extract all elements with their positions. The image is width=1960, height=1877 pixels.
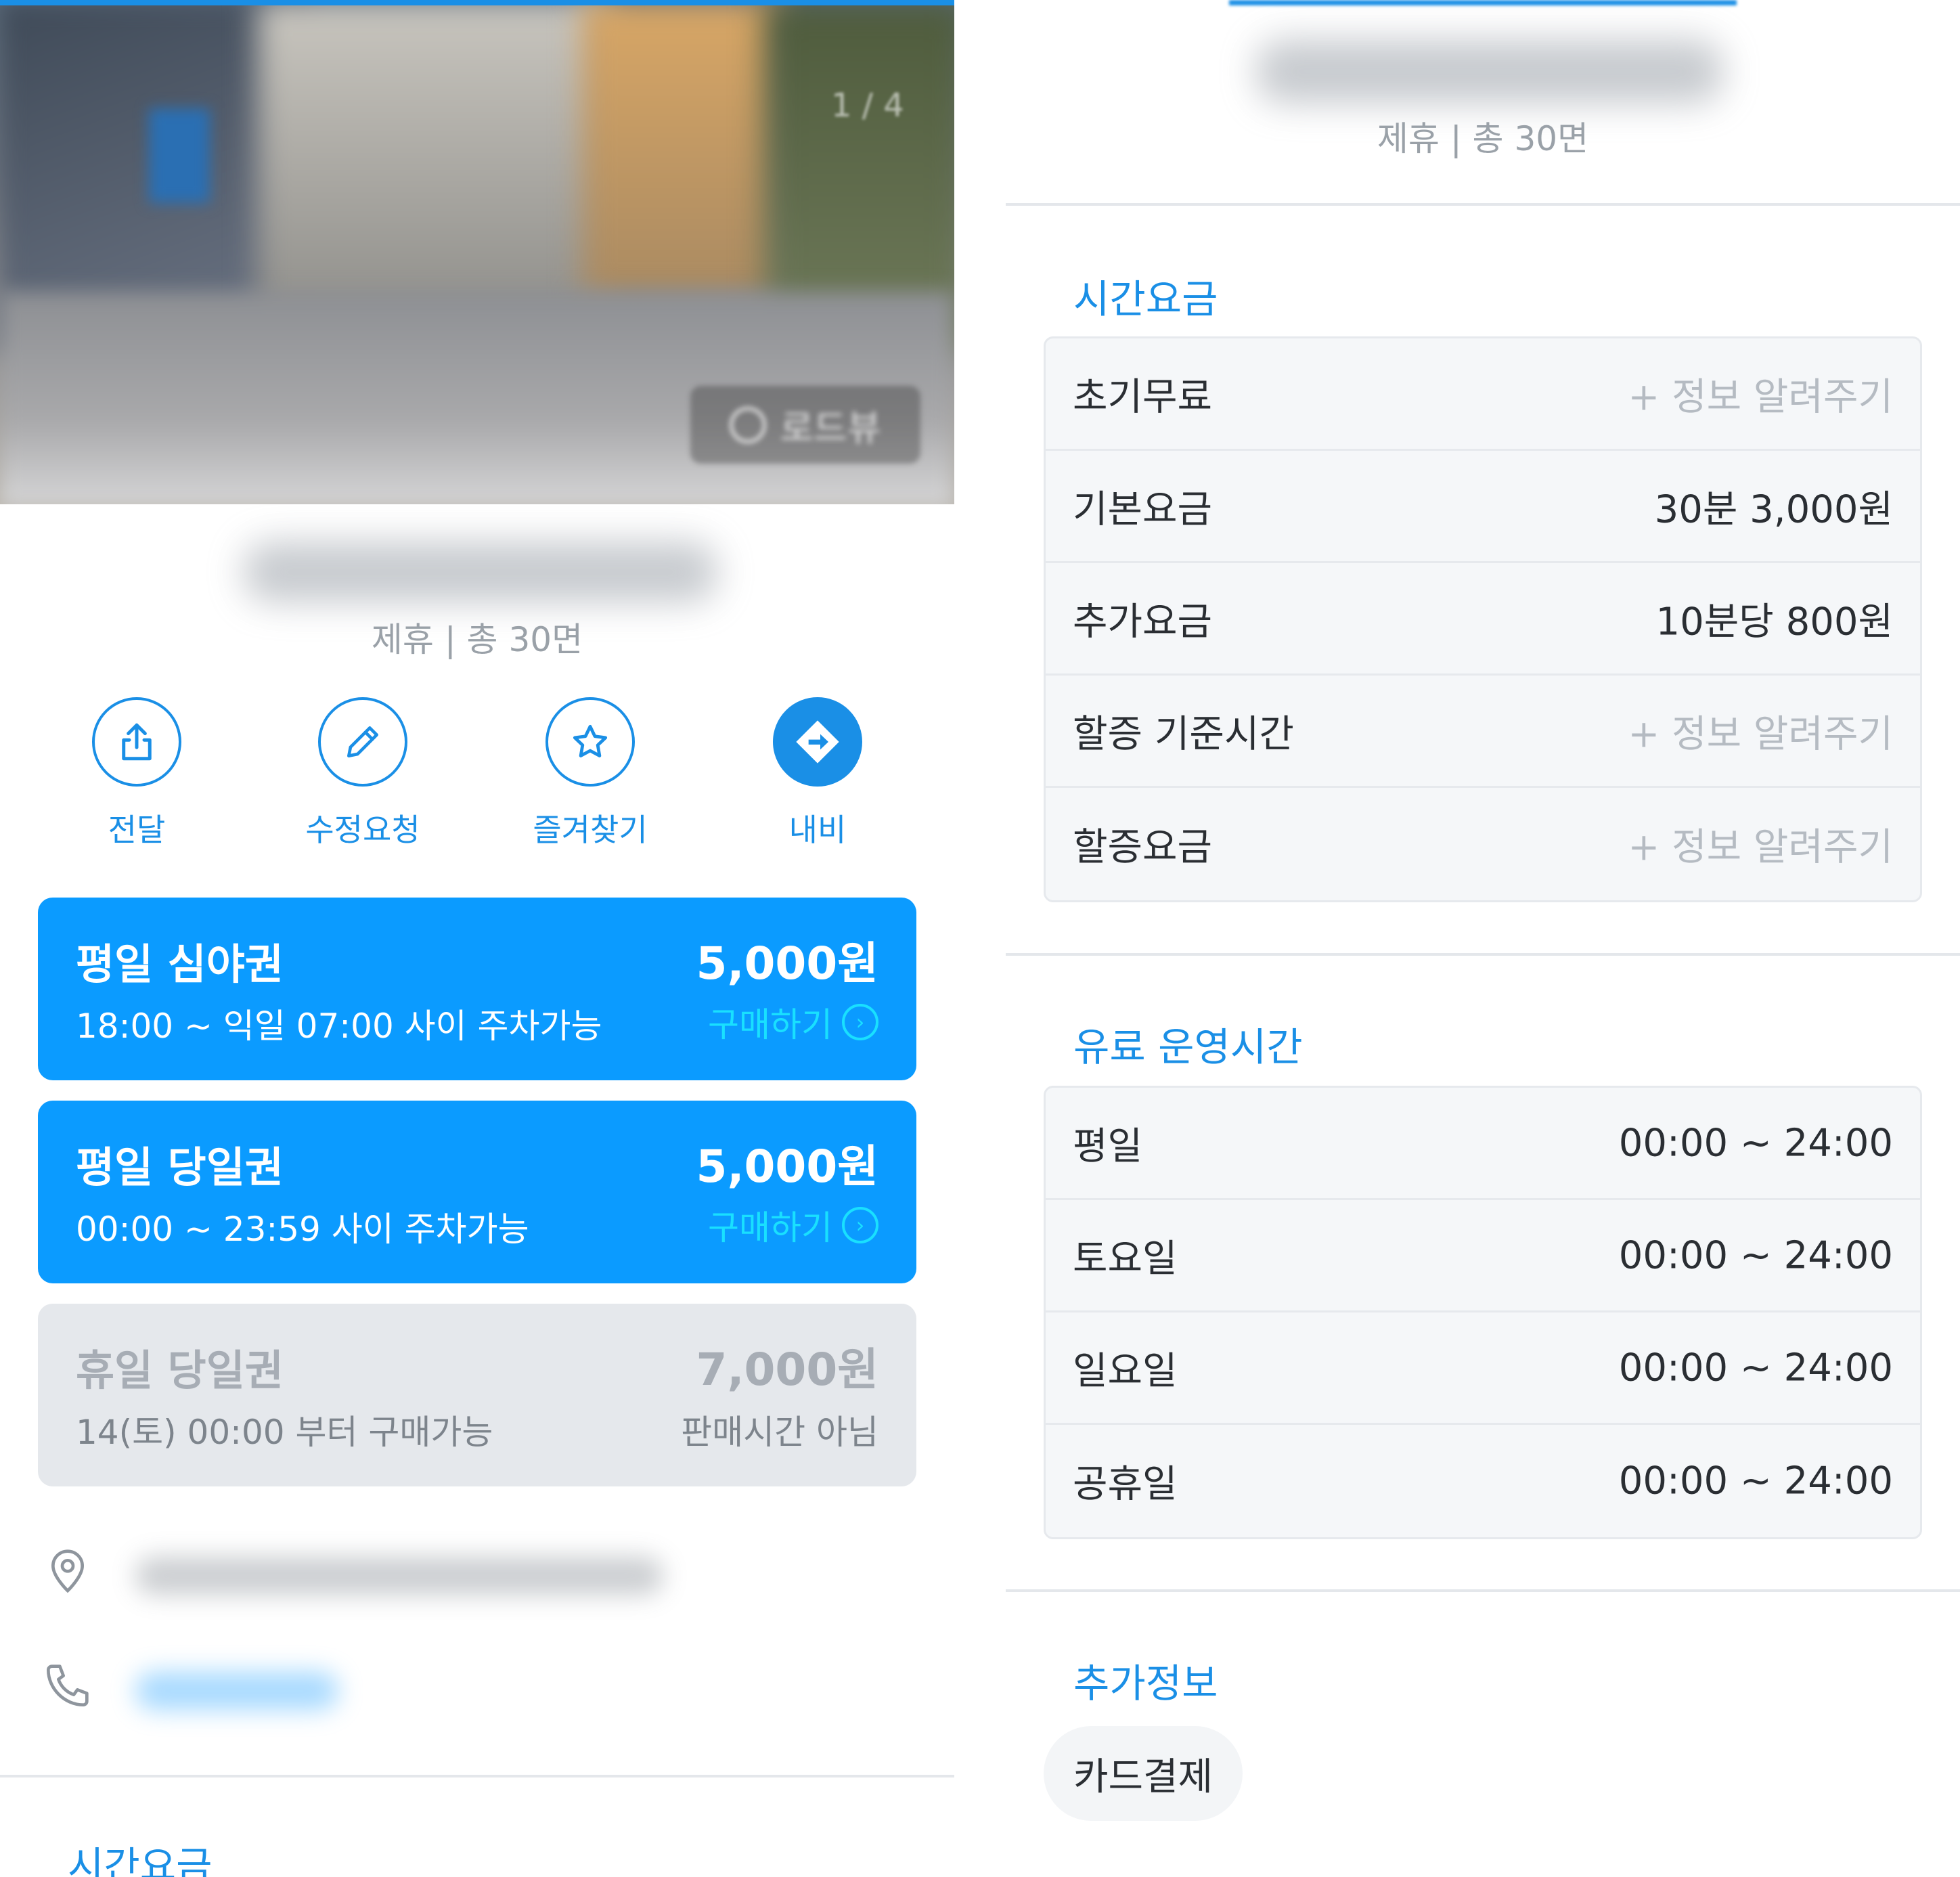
- navigation-button[interactable]: 내비: [736, 697, 899, 850]
- table-row: 토요일 00:00 ~ 24:00: [1046, 1200, 1920, 1312]
- share-button[interactable]: 전달: [55, 697, 218, 850]
- ticket-name: 평일 당일권: [76, 1143, 284, 1192]
- row-label: 토요일: [1073, 1237, 1178, 1281]
- ticket-price: 5,000원: [696, 1141, 878, 1193]
- section-title-time-fee: 시간요금: [1073, 276, 1218, 322]
- phone-row[interactable]: [41, 1652, 920, 1726]
- header-accent-bar: [1229, 0, 1737, 5]
- row-value: 30분 3,000원: [1654, 487, 1893, 531]
- section-divider: [1006, 1589, 1960, 1592]
- parking-summary: 제휴 | 총 30면: [371, 620, 583, 659]
- buy-label: 구매하기: [708, 1005, 832, 1044]
- row-label: 기본요금: [1073, 487, 1213, 531]
- row-value: 00:00 ~ 24:00: [1618, 1121, 1893, 1165]
- section-divider: [0, 1775, 954, 1777]
- navigation-label: 내비: [788, 812, 847, 848]
- row-label: 할증요금: [1073, 825, 1213, 870]
- parking-detail-fees: 제휴 | 총 30면 시간요금 초기무료 + 정보 알려주기 기본요금 30분 …: [1006, 0, 1960, 1877]
- ticket-desc: 00:00 ~ 23:59 사이 주차가능: [76, 1210, 529, 1249]
- row-value: 00:00 ~ 24:00: [1618, 1233, 1893, 1277]
- buy-label: 구매하기: [708, 1208, 832, 1247]
- report-info-link[interactable]: + 정보 알려주기: [1628, 366, 1893, 421]
- star-icon: [545, 697, 635, 787]
- action-bar: 전달 수정요청 즐겨찾기 내비: [0, 697, 954, 860]
- location-pin-icon: [51, 1549, 85, 1593]
- row-label: 공휴일: [1073, 1462, 1178, 1507]
- section-title-extra-info: 추가정보: [1073, 1660, 1218, 1706]
- operating-hours-table: 평일 00:00 ~ 24:00 토요일 00:00 ~ 24:00 일요일 0…: [1044, 1086, 1922, 1539]
- share-icon: [92, 697, 181, 787]
- row-value: 00:00 ~ 24:00: [1618, 1459, 1893, 1503]
- row-label: 추가요금: [1073, 600, 1213, 644]
- buy-button[interactable]: 구매하기 ›: [708, 998, 878, 1046]
- share-label: 전달: [108, 812, 166, 848]
- location-pin-icon: [730, 406, 767, 443]
- feature-chip-card-payment: 카드결제: [1044, 1726, 1243, 1821]
- buy-button[interactable]: 구매하기 ›: [708, 1201, 878, 1250]
- ticket-weekday-night[interactable]: 평일 심야권 5,000원 18:00 ~ 익일 07:00 사이 주차가능 구…: [38, 898, 916, 1080]
- edit-request-button[interactable]: 수정요청: [282, 697, 444, 850]
- phone-icon: [47, 1664, 89, 1706]
- navigation-icon: [773, 697, 862, 787]
- chevron-right-icon: ›: [842, 1207, 878, 1243]
- table-row: 평일 00:00 ~ 24:00: [1046, 1088, 1920, 1200]
- ticket-desc: 18:00 ~ 익일 07:00 사이 주차가능: [76, 1007, 602, 1046]
- address-blurred: [135, 1557, 663, 1595]
- parking-lot-photo[interactable]: 1 / 4 로드뷰: [0, 0, 954, 504]
- parking-detail-top: 1 / 4 로드뷰 제휴 | 총 30면 전달 수정요청 즐겨찾기 내비 평일 …: [0, 0, 954, 1877]
- report-info-link[interactable]: + 정보 알려주기: [1628, 703, 1893, 758]
- edit-request-label: 수정요청: [305, 812, 420, 848]
- ticket-holiday-day: 휴일 당일권 7,000원 14(토) 00:00 부터 구매가능 판매시간 아…: [38, 1304, 916, 1486]
- section-divider: [1006, 953, 1960, 956]
- ticket-name: 평일 심야권: [76, 940, 284, 989]
- ticket-price: 7,000원: [696, 1344, 878, 1396]
- parking-name-blurred: [244, 542, 717, 602]
- photo-counter: 1 / 4: [831, 87, 904, 125]
- table-row: 초기무료 + 정보 알려주기: [1046, 338, 1920, 451]
- table-row: 할증요금 + 정보 알려주기: [1046, 788, 1920, 900]
- ticket-weekday-day[interactable]: 평일 당일권 5,000원 00:00 ~ 23:59 사이 주차가능 구매하기…: [38, 1101, 916, 1283]
- table-row: 할증 기준시간 + 정보 알려주기: [1046, 676, 1920, 788]
- parking-summary: 제휴 | 총 30면: [1377, 119, 1589, 158]
- pencil-icon: [318, 697, 407, 787]
- phone-blurred[interactable]: [135, 1672, 338, 1710]
- row-label: 일요일: [1073, 1349, 1178, 1393]
- favorite-button[interactable]: 즐겨찾기: [509, 697, 671, 850]
- section-divider: [1006, 203, 1960, 206]
- parking-name-blurred: [1256, 39, 1723, 104]
- row-label: 할증 기준시간: [1073, 712, 1294, 756]
- roadview-label: 로드뷰: [780, 407, 881, 449]
- row-label: 초기무료: [1073, 375, 1213, 419]
- table-row: 일요일 00:00 ~ 24:00: [1046, 1312, 1920, 1425]
- row-label: 평일: [1073, 1124, 1143, 1168]
- ticket-name: 휴일 당일권: [76, 1346, 284, 1395]
- chevron-right-icon: ›: [842, 1004, 878, 1040]
- roadview-button[interactable]: 로드뷰: [690, 386, 920, 464]
- ticket-desc: 14(토) 00:00 부터 구매가능: [76, 1413, 493, 1452]
- time-fee-table: 초기무료 + 정보 알려주기 기본요금 30분 3,000원 추가요금 10분당…: [1044, 336, 1922, 902]
- row-value: 10분당 800원: [1655, 600, 1893, 644]
- pane-gap: [954, 0, 1006, 1877]
- section-title-operating-hours: 유료 운영시간: [1073, 1024, 1303, 1070]
- table-row: 추가요금 10분당 800원: [1046, 563, 1920, 676]
- report-info-link[interactable]: + 정보 알려주기: [1628, 817, 1893, 872]
- row-value: 00:00 ~ 24:00: [1618, 1346, 1893, 1390]
- table-row: 기본요금 30분 3,000원: [1046, 451, 1920, 563]
- address-row[interactable]: [41, 1537, 920, 1611]
- favorite-label: 즐겨찾기: [533, 812, 648, 848]
- section-title-time-fee: 시간요금: [68, 1843, 213, 1877]
- ticket-price: 5,000원: [696, 937, 878, 990]
- table-row: 공휴일 00:00 ~ 24:00: [1046, 1425, 1920, 1537]
- ticket-status: 판매시간 아님: [681, 1413, 878, 1452]
